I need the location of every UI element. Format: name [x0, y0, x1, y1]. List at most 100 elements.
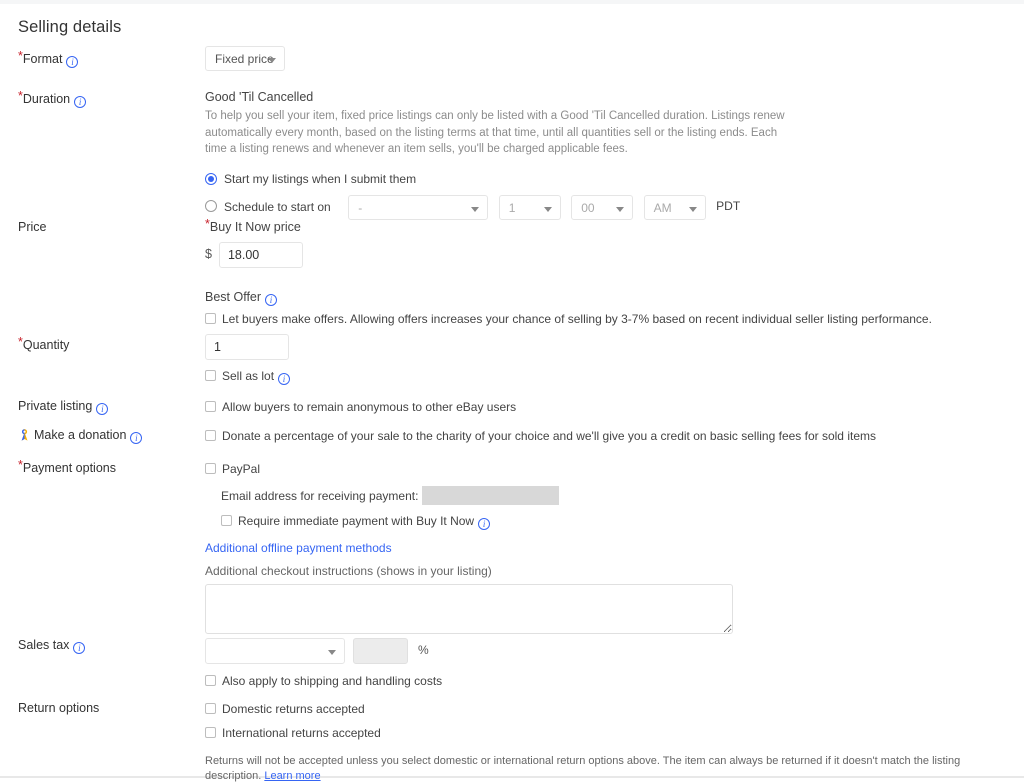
info-circle-icon[interactable]: i [74, 96, 87, 108]
quantity-label-text: Quantity [22, 338, 70, 352]
private-listing-label-text: Private listing [18, 399, 93, 413]
schedule-hour-select[interactable]: 1 [498, 194, 561, 220]
format-label-text: Format [22, 52, 63, 66]
sell-as-lot-option[interactable]: Sell as lot i [205, 369, 291, 385]
format-label: *Format i [18, 49, 79, 68]
sell-as-lot-checkbox[interactable] [205, 370, 216, 381]
best-offer-option[interactable]: Let buyers make offers. Allowing offers … [205, 312, 932, 326]
donation-checkbox[interactable] [205, 430, 216, 441]
offline-payment-methods-link[interactable]: Additional offline payment methods [205, 541, 392, 555]
best-offer-checkbox[interactable] [205, 313, 216, 324]
schedule-minute-select[interactable]: 00 [571, 194, 634, 220]
info-circle-icon[interactable]: i [96, 403, 109, 415]
sales-tax-rate-input[interactable] [353, 638, 409, 664]
payment-options-label: *Payment options [18, 458, 116, 476]
info-circle-icon[interactable]: i [265, 294, 278, 306]
return-options-label: Return options [18, 701, 100, 715]
paypal-label: PayPal [222, 462, 261, 476]
bin-price-label: *Buy It Now price [205, 217, 932, 234]
info-circle-icon[interactable]: i [130, 432, 143, 444]
learn-more-link[interactable]: Learn more [264, 770, 320, 782]
schedule-date-select[interactable]: - [348, 194, 489, 220]
format-field: Fixed price [205, 46, 285, 71]
duration-label: *Duration i [18, 89, 87, 108]
bin-price-input-group: $ [205, 242, 932, 268]
required-asterisk: * [18, 49, 23, 63]
best-offer-label-text: Best Offer [205, 290, 262, 304]
currency-symbol: $ [205, 247, 212, 262]
payment-options-field: PayPal Email address for receiving payme… [205, 462, 733, 637]
offline-payment-methods-link-wrap: Additional offline payment methods [205, 541, 733, 555]
private-listing-checkbox-label: Allow buyers to remain anonymous to othe… [222, 400, 517, 414]
duration-label-text: Duration [22, 92, 71, 106]
page-title: Selling details [18, 18, 122, 36]
sales-tax-field: % Also apply to shipping and handling co… [205, 638, 442, 688]
returns-disclaimer: Returns will not be accepted unless you … [205, 754, 1017, 784]
duration-description: To help you sell your item, fixed price … [205, 110, 785, 155]
checkout-instructions-label: Additional checkout instructions (shows … [205, 564, 492, 578]
paypal-option[interactable]: PayPal [205, 462, 733, 476]
donation-checkbox-label: Donate a percentage of your sale to the … [222, 429, 876, 443]
checkout-instructions-textarea[interactable] [205, 584, 733, 634]
quantity-field: Sell as loti [205, 334, 291, 385]
bin-price-input[interactable] [218, 242, 303, 268]
price-label: Price [18, 220, 47, 234]
required-asterisk: * [205, 217, 210, 231]
sales-tax-shipping-option[interactable]: Also apply to shipping and handling cost… [205, 674, 442, 688]
schedule-meridiem-select[interactable]: AM [643, 194, 706, 220]
charity-ribbon-icon [18, 428, 31, 442]
schedule-radio[interactable] [205, 200, 217, 213]
immediate-payment-option[interactable]: Require immediate payment with Buy It No… [221, 514, 733, 530]
info-circle-icon[interactable]: i [478, 518, 491, 530]
domestic-returns-option[interactable]: Domestic returns accepted [205, 702, 1017, 716]
sell-as-lot-label: Sell as lot [222, 369, 275, 383]
timezone-label: PDT [716, 199, 741, 214]
paypal-email-label: Email address for receiving payment: [221, 489, 419, 503]
quantity-input[interactable] [205, 334, 289, 360]
required-asterisk: * [18, 335, 23, 349]
best-offer-label: Best Offer i [205, 290, 932, 306]
donation-label: Make a donation i [18, 428, 143, 444]
bin-price-label-text: Buy It Now price [209, 220, 301, 234]
required-asterisk: * [18, 89, 23, 103]
immediate-payment-checkbox[interactable] [221, 515, 232, 526]
start-now-label: Start my listings when I submit them [224, 171, 417, 186]
donation-field[interactable]: Donate a percentage of your sale to the … [205, 429, 876, 443]
donation-label-text: Make a donation [34, 428, 127, 442]
paypal-email-group: Email address for receiving payment: [221, 486, 733, 505]
paypal-checkbox[interactable] [205, 463, 216, 474]
payment-options-label-text: Payment options [22, 461, 116, 475]
info-circle-icon[interactable]: i [66, 56, 79, 68]
international-returns-checkbox[interactable] [205, 727, 216, 738]
duration-heading: Good 'Til Cancelled [205, 90, 314, 104]
sales-tax-shipping-checkbox[interactable] [205, 675, 216, 686]
sales-tax-state-select[interactable] [205, 638, 345, 664]
percent-symbol: % [417, 643, 429, 658]
private-listing-checkbox[interactable] [205, 401, 216, 412]
paypal-email-input[interactable] [421, 486, 559, 505]
quantity-label: *Quantity [18, 335, 70, 353]
sales-tax-shipping-label: Also apply to shipping and handling cost… [222, 674, 443, 688]
duration-field: Good 'Til Cancelled To help you sell you… [205, 90, 785, 220]
private-listing-field[interactable]: Allow buyers to remain anonymous to othe… [205, 400, 516, 414]
domestic-returns-label: Domestic returns accepted [222, 702, 365, 716]
format-select[interactable]: Fixed price [205, 46, 285, 71]
start-now-radio[interactable] [205, 172, 217, 185]
selling-details-page: Selling details *Format i Fixed price *Du… [0, 0, 1024, 782]
return-options-field: Domestic returns accepted International … [205, 702, 1017, 784]
price-field: *Buy It Now price $ Best Offeri Let buye… [205, 217, 932, 326]
sales-tax-label-text: Sales tax [18, 638, 70, 652]
required-asterisk: * [18, 458, 23, 472]
best-offer-checkbox-label: Let buyers make offers. Allowing offers … [222, 312, 932, 326]
sales-tax-label: Sales tax i [18, 638, 86, 654]
schedule-label: Schedule to start on [224, 199, 331, 214]
schedule-option[interactable]: Schedule to start on - 1 00 AM PDT [205, 194, 785, 220]
international-returns-option[interactable]: International returns accepted [205, 726, 1017, 740]
info-circle-icon[interactable]: i [73, 642, 86, 654]
start-now-option[interactable]: Start my listings when I submit them [205, 172, 785, 186]
info-circle-icon[interactable]: i [278, 373, 291, 385]
private-listing-label: Private listing i [18, 399, 109, 415]
international-returns-label: International returns accepted [222, 726, 381, 740]
immediate-payment-label: Require immediate payment with Buy It No… [238, 514, 475, 528]
domestic-returns-checkbox[interactable] [205, 703, 216, 714]
